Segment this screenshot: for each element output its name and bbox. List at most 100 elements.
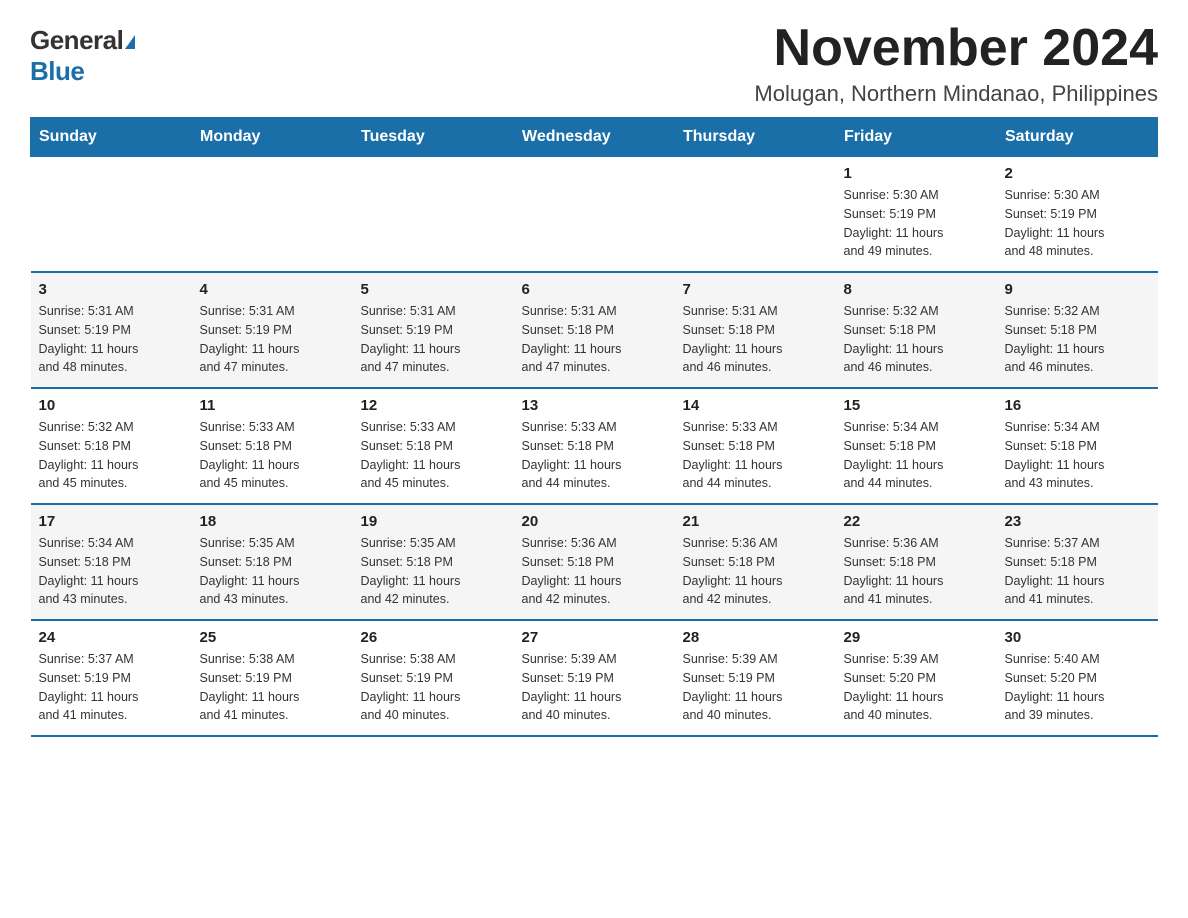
calendar-cell: 11 Sunrise: 5:33 AMSunset: 5:18 PMDayligh… xyxy=(192,388,353,504)
day-info: Sunrise: 5:31 AMSunset: 5:19 PMDaylight:… xyxy=(200,302,345,377)
day-info: Sunrise: 5:36 AMSunset: 5:18 PMDaylight:… xyxy=(522,534,667,609)
calendar-cell xyxy=(675,157,836,273)
calendar-cell: 6 Sunrise: 5:31 AMSunset: 5:18 PMDaylight… xyxy=(514,272,675,388)
day-number: 19 xyxy=(361,513,506,530)
calendar-cell: 15 Sunrise: 5:34 AMSunset: 5:18 PMDayligh… xyxy=(836,388,997,504)
calendar-header-monday: Monday xyxy=(192,118,353,157)
day-info: Sunrise: 5:39 AMSunset: 5:19 PMDaylight:… xyxy=(683,650,828,725)
day-info: Sunrise: 5:37 AMSunset: 5:18 PMDaylight:… xyxy=(1005,534,1150,609)
day-number: 28 xyxy=(683,629,828,646)
calendar-cell: 2 Sunrise: 5:30 AMSunset: 5:19 PMDaylight… xyxy=(997,157,1158,273)
day-number: 1 xyxy=(844,165,989,182)
calendar-header-tuesday: Tuesday xyxy=(353,118,514,157)
day-info: Sunrise: 5:32 AMSunset: 5:18 PMDaylight:… xyxy=(844,302,989,377)
calendar-header-sunday: Sunday xyxy=(31,118,192,157)
calendar-cell: 27Sunrise: 5:39 AMSunset: 5:19 PMDayligh… xyxy=(514,620,675,736)
day-info: Sunrise: 5:35 AMSunset: 5:18 PMDaylight:… xyxy=(361,534,506,609)
calendar-cell: 16 Sunrise: 5:34 AMSunset: 5:18 PMDayligh… xyxy=(997,388,1158,504)
calendar-cell xyxy=(353,157,514,273)
day-info: Sunrise: 5:33 AMSunset: 5:18 PMDaylight:… xyxy=(200,418,345,493)
calendar-header-saturday: Saturday xyxy=(997,118,1158,157)
calendar-header-row: SundayMondayTuesdayWednesdayThursdayFrid… xyxy=(31,118,1158,157)
calendar-week-2: 3 Sunrise: 5:31 AMSunset: 5:19 PMDaylight… xyxy=(31,272,1158,388)
calendar-week-1: 1 Sunrise: 5:30 AMSunset: 5:19 PMDaylight… xyxy=(31,157,1158,273)
day-info: Sunrise: 5:31 AMSunset: 5:18 PMDaylight:… xyxy=(522,302,667,377)
day-info: Sunrise: 5:38 AMSunset: 5:19 PMDaylight:… xyxy=(200,650,345,725)
day-number: 10 xyxy=(39,397,184,414)
day-number: 21 xyxy=(683,513,828,530)
calendar-cell: 12Sunrise: 5:33 AMSunset: 5:18 PMDayligh… xyxy=(353,388,514,504)
calendar-header-thursday: Thursday xyxy=(675,118,836,157)
calendar-cell: 19 Sunrise: 5:35 AMSunset: 5:18 PMDayligh… xyxy=(353,504,514,620)
day-number: 29 xyxy=(844,629,989,646)
calendar-cell: 23Sunrise: 5:37 AMSunset: 5:18 PMDayligh… xyxy=(997,504,1158,620)
calendar-week-4: 17 Sunrise: 5:34 AMSunset: 5:18 PMDayligh… xyxy=(31,504,1158,620)
calendar-cell xyxy=(514,157,675,273)
day-info: Sunrise: 5:33 AMSunset: 5:18 PMDaylight:… xyxy=(522,418,667,493)
day-number: 24 xyxy=(39,629,184,646)
day-number: 14 xyxy=(683,397,828,414)
calendar-cell: 4Sunrise: 5:31 AMSunset: 5:19 PMDaylight… xyxy=(192,272,353,388)
logo: General Blue xyxy=(30,20,135,87)
calendar-cell: 26Sunrise: 5:38 AMSunset: 5:19 PMDayligh… xyxy=(353,620,514,736)
calendar-cell: 28 Sunrise: 5:39 AMSunset: 5:19 PMDayligh… xyxy=(675,620,836,736)
day-number: 7 xyxy=(683,281,828,298)
calendar-cell: 1Sunrise: 5:30 AMSunset: 5:19 PMDaylight… xyxy=(836,157,997,273)
calendar-cell: 5 Sunrise: 5:31 AMSunset: 5:19 PMDaylight… xyxy=(353,272,514,388)
day-info: Sunrise: 5:40 AMSunset: 5:20 PMDaylight:… xyxy=(1005,650,1150,725)
day-info: Sunrise: 5:36 AMSunset: 5:18 PMDaylight:… xyxy=(683,534,828,609)
day-info: Sunrise: 5:32 AMSunset: 5:18 PMDaylight:… xyxy=(1005,302,1150,377)
day-info: Sunrise: 5:36 AMSunset: 5:18 PMDaylight:… xyxy=(844,534,989,609)
day-number: 16 xyxy=(1005,397,1150,414)
day-info: Sunrise: 5:39 AMSunset: 5:20 PMDaylight:… xyxy=(844,650,989,725)
day-number: 3 xyxy=(39,281,184,298)
day-number: 26 xyxy=(361,629,506,646)
title-block: November 2024 Molugan, Northern Mindanao… xyxy=(754,20,1158,107)
day-info: Sunrise: 5:35 AMSunset: 5:18 PMDaylight:… xyxy=(200,534,345,609)
day-number: 11 xyxy=(200,397,345,414)
calendar-cell xyxy=(31,157,192,273)
day-number: 15 xyxy=(844,397,989,414)
day-info: Sunrise: 5:34 AMSunset: 5:18 PMDaylight:… xyxy=(1005,418,1150,493)
calendar-header-wednesday: Wednesday xyxy=(514,118,675,157)
day-info: Sunrise: 5:31 AMSunset: 5:18 PMDaylight:… xyxy=(683,302,828,377)
main-title: November 2024 xyxy=(754,20,1158,77)
calendar-cell: 8Sunrise: 5:32 AMSunset: 5:18 PMDaylight… xyxy=(836,272,997,388)
day-info: Sunrise: 5:31 AMSunset: 5:19 PMDaylight:… xyxy=(39,302,184,377)
day-number: 6 xyxy=(522,281,667,298)
day-info: Sunrise: 5:33 AMSunset: 5:18 PMDaylight:… xyxy=(683,418,828,493)
calendar-cell: 24 Sunrise: 5:37 AMSunset: 5:19 PMDayligh… xyxy=(31,620,192,736)
day-info: Sunrise: 5:34 AMSunset: 5:18 PMDaylight:… xyxy=(844,418,989,493)
day-number: 18 xyxy=(200,513,345,530)
calendar-cell: 25 Sunrise: 5:38 AMSunset: 5:19 PMDayligh… xyxy=(192,620,353,736)
logo-triangle-icon xyxy=(125,35,135,49)
page-header: General Blue November 2024 Molugan, Nort… xyxy=(30,20,1158,107)
day-number: 20 xyxy=(522,513,667,530)
calendar-header-friday: Friday xyxy=(836,118,997,157)
day-info: Sunrise: 5:30 AMSunset: 5:19 PMDaylight:… xyxy=(1005,186,1150,261)
day-info: Sunrise: 5:31 AMSunset: 5:19 PMDaylight:… xyxy=(361,302,506,377)
day-number: 22 xyxy=(844,513,989,530)
calendar-cell: 14 Sunrise: 5:33 AMSunset: 5:18 PMDayligh… xyxy=(675,388,836,504)
day-number: 5 xyxy=(361,281,506,298)
calendar-cell: 9Sunrise: 5:32 AMSunset: 5:18 PMDaylight… xyxy=(997,272,1158,388)
day-number: 17 xyxy=(39,513,184,530)
calendar-cell: 7 Sunrise: 5:31 AMSunset: 5:18 PMDaylight… xyxy=(675,272,836,388)
calendar-table: SundayMondayTuesdayWednesdayThursdayFrid… xyxy=(30,117,1158,737)
subtitle: Molugan, Northern Mindanao, Philippines xyxy=(754,81,1158,107)
day-info: Sunrise: 5:32 AMSunset: 5:18 PMDaylight:… xyxy=(39,418,184,493)
day-number: 13 xyxy=(522,397,667,414)
calendar-cell: 20 Sunrise: 5:36 AMSunset: 5:18 PMDayligh… xyxy=(514,504,675,620)
day-number: 30 xyxy=(1005,629,1150,646)
calendar-cell xyxy=(192,157,353,273)
calendar-cell: 17 Sunrise: 5:34 AMSunset: 5:18 PMDayligh… xyxy=(31,504,192,620)
day-number: 2 xyxy=(1005,165,1150,182)
logo-blue-text: Blue xyxy=(30,56,84,86)
day-info: Sunrise: 5:34 AMSunset: 5:18 PMDaylight:… xyxy=(39,534,184,609)
day-number: 27 xyxy=(522,629,667,646)
day-info: Sunrise: 5:37 AMSunset: 5:19 PMDaylight:… xyxy=(39,650,184,725)
day-number: 12 xyxy=(361,397,506,414)
day-number: 25 xyxy=(200,629,345,646)
calendar-cell: 22 Sunrise: 5:36 AMSunset: 5:18 PMDayligh… xyxy=(836,504,997,620)
calendar-cell: 13 Sunrise: 5:33 AMSunset: 5:18 PMDayligh… xyxy=(514,388,675,504)
